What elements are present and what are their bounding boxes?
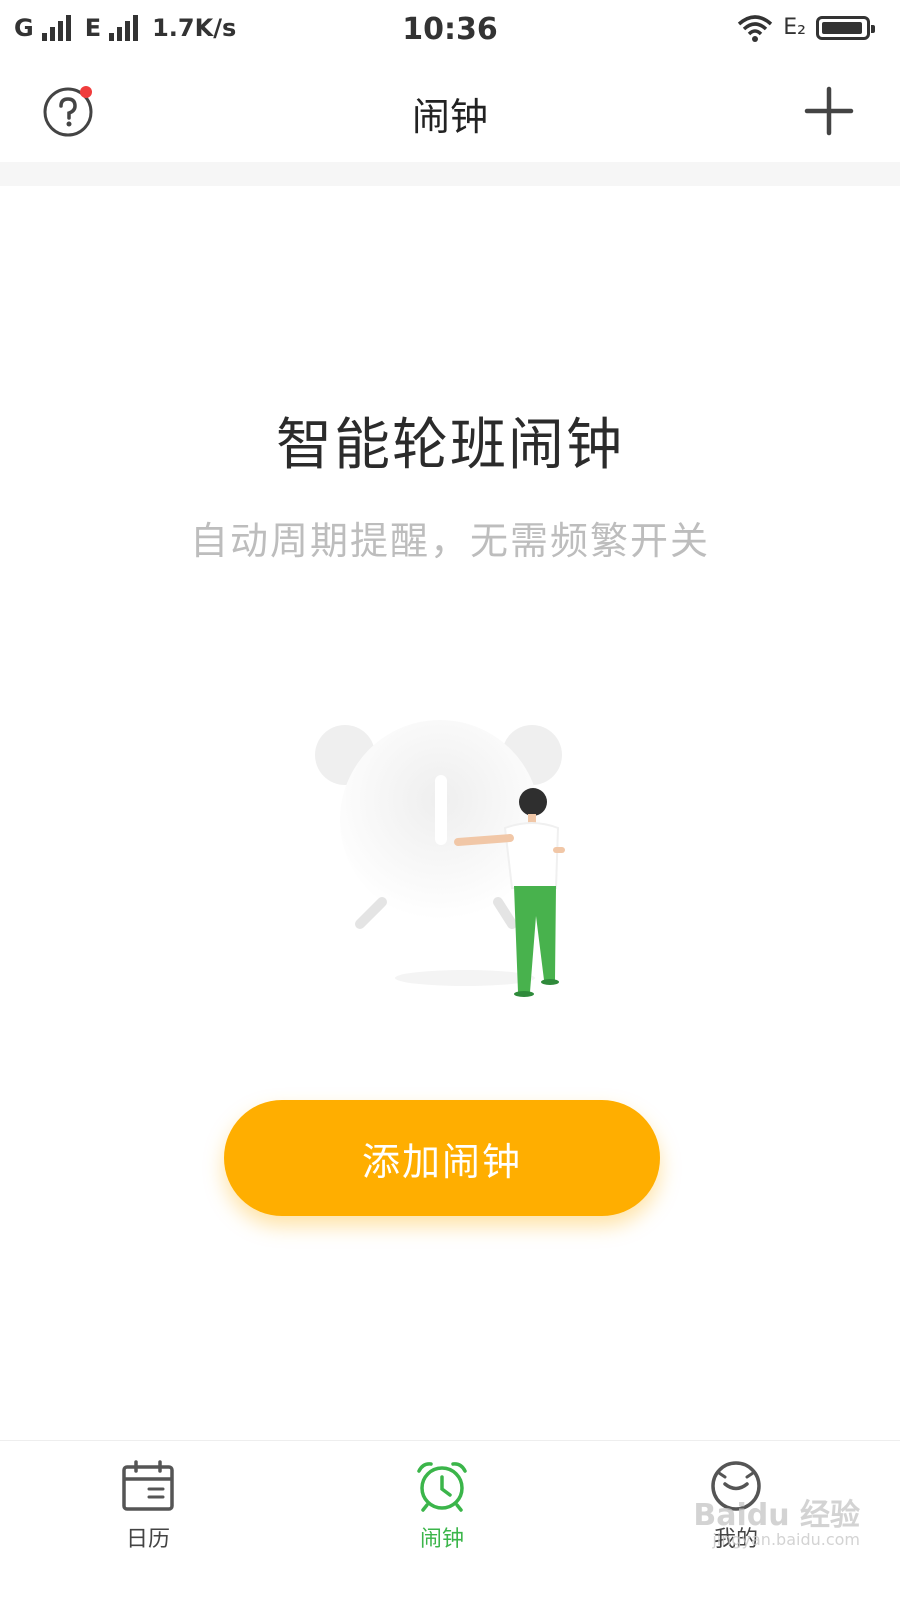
tab-alarm[interactable]: 闹钟 [382, 1459, 502, 1553]
plus-icon[interactable] [804, 86, 854, 136]
network-e2: E₂ [783, 15, 806, 40]
clock-hand [435, 775, 447, 845]
wifi-icon [738, 15, 773, 42]
empty-state-subtitle: 自动周期提醒，无需频繁开关 [189, 519, 710, 563]
watermark-url: jingyan.baidu.com [712, 1530, 860, 1549]
page-title: 闹钟 [411, 95, 488, 139]
clock-leg-right [493, 897, 517, 929]
clock-leg-left [355, 897, 387, 929]
person-shirt [503, 822, 560, 889]
person-arm [454, 834, 514, 846]
tab-label-alarm: 闹钟 [419, 1527, 464, 1552]
tab-label-calendar: 日历 [125, 1527, 170, 1552]
tab-calendar[interactable]: 日历 [88, 1459, 208, 1553]
person-head [519, 788, 547, 816]
person-shoe-right [541, 979, 559, 985]
ground-shadow [395, 970, 535, 986]
alarm-clock-icon [417, 1462, 467, 1512]
person-legs [514, 886, 556, 992]
person-shoe-left [514, 991, 534, 997]
add-alarm-button[interactable]: 添加闹钟 [224, 1100, 660, 1216]
alarm-illustration [315, 720, 565, 997]
battery-icon [816, 16, 875, 40]
status-right: E₂ [737, 14, 875, 42]
empty-state-title: 智能轮班闹钟 [276, 413, 624, 478]
battery-level [822, 22, 862, 34]
watermark-brand: Baidu 经验 [693, 1498, 860, 1533]
calendar-icon [122, 1460, 174, 1511]
header-divider [0, 162, 900, 186]
app-header: 闹钟 [0, 62, 900, 162]
status-bar: G E 1.7K/s 10:36 E₂ [0, 0, 900, 62]
